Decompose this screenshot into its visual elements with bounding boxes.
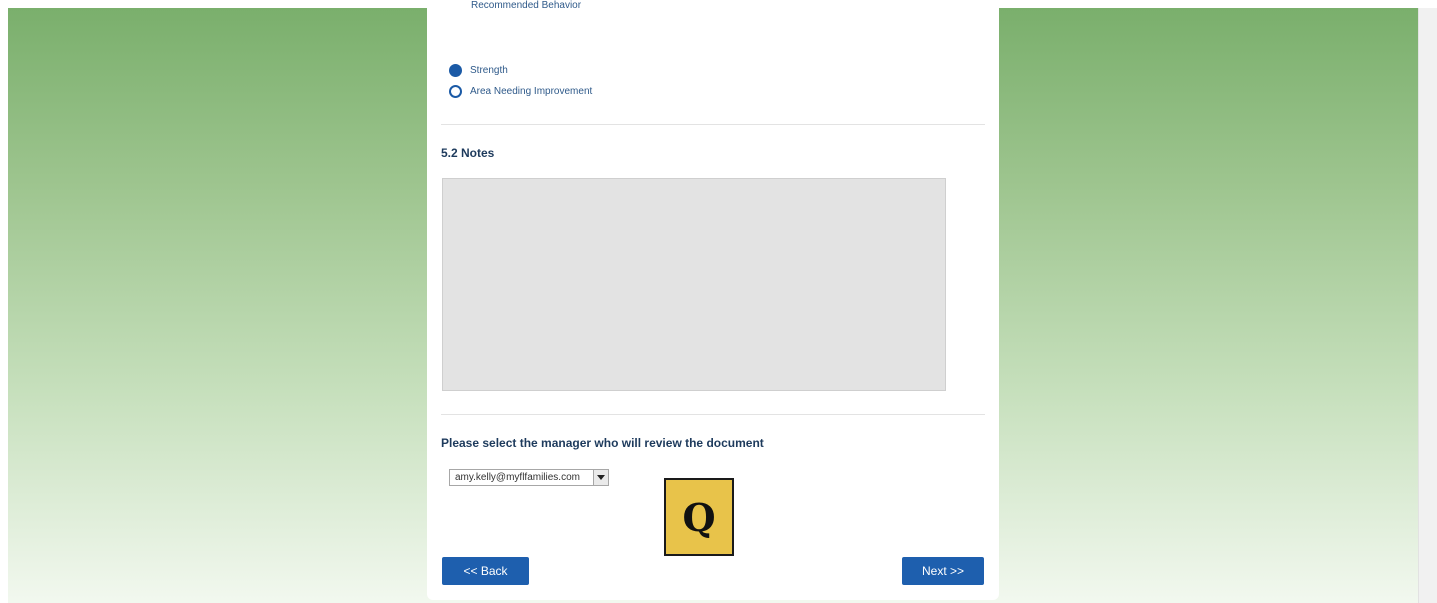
scrollbar[interactable] <box>1418 8 1437 603</box>
radio-label-strength: Strength <box>470 65 508 76</box>
radio-strength[interactable]: Strength <box>449 64 508 77</box>
radio-unchecked-icon[interactable] <box>449 85 462 98</box>
notes-textarea[interactable] <box>442 178 946 391</box>
chevron-down-icon[interactable] <box>593 470 608 485</box>
divider <box>441 414 985 415</box>
manager-select[interactable]: amy.kelly@myflfamilies.com <box>449 469 609 486</box>
next-button[interactable]: Next >> <box>902 557 984 585</box>
cut-off-label: Recommended Behavior <box>471 0 582 11</box>
logo-letter: Q <box>682 494 716 540</box>
radio-checked-icon[interactable] <box>449 64 462 77</box>
radio-area-needing-improvement[interactable]: Area Needing Improvement <box>449 85 592 98</box>
divider <box>441 124 985 125</box>
logo: Q <box>664 478 734 556</box>
notes-heading: 5.2 Notes <box>441 146 495 160</box>
manager-prompt: Please select the manager who will revie… <box>441 436 764 450</box>
manager-select-value: amy.kelly@myflfamilies.com <box>455 472 580 483</box>
radio-label-improvement: Area Needing Improvement <box>470 86 593 97</box>
back-button[interactable]: << Back <box>442 557 529 585</box>
